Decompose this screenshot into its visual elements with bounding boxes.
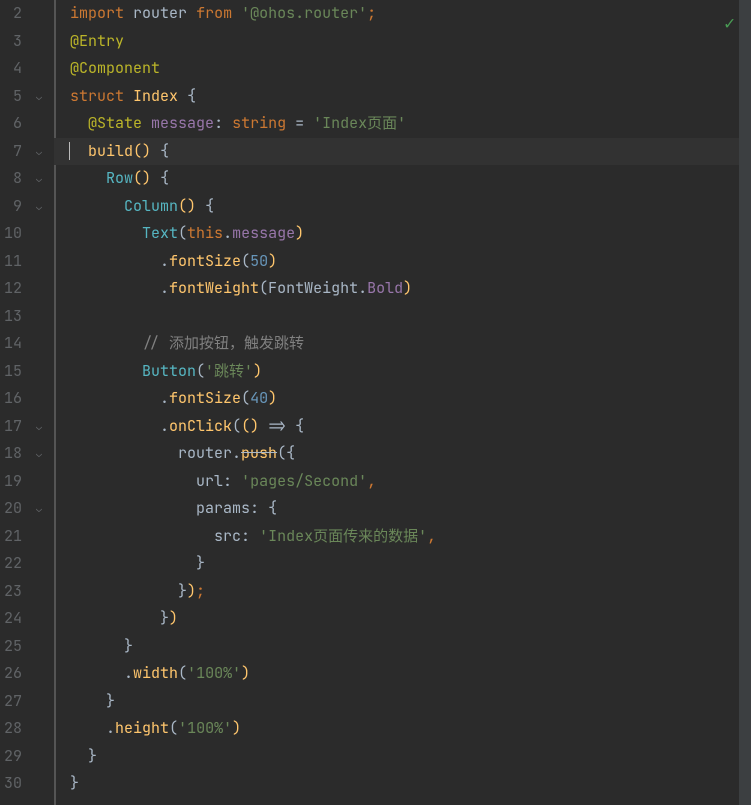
line-number: 26	[0, 660, 22, 688]
line-number: 20	[0, 495, 22, 523]
code-line[interactable]: struct Index {	[54, 83, 751, 111]
code-line[interactable]: }	[54, 633, 751, 661]
line-number: 8	[0, 165, 22, 193]
fold-gutter[interactable]: ⌄ ⌄ ⌄ ⌄ ⌄ ⌄ ⌄	[28, 0, 54, 805]
fold-toggle-icon[interactable]: ⌄	[34, 174, 44, 184]
line-number: 19	[0, 468, 22, 496]
line-number: 28	[0, 715, 22, 743]
line-number: 30	[0, 770, 22, 798]
code-editor[interactable]: 2345678910111213141516171819202122232425…	[0, 0, 751, 805]
line-number: 18	[0, 440, 22, 468]
line-number: 6	[0, 110, 22, 138]
line-number: 17	[0, 413, 22, 441]
code-line[interactable]: params: {	[54, 495, 751, 523]
fold-toggle-icon[interactable]: ⌄	[34, 202, 44, 212]
line-number: 3	[0, 28, 22, 56]
code-line[interactable]: }	[54, 550, 751, 578]
fold-toggle-icon[interactable]: ⌄	[34, 92, 44, 102]
inspection-ok-icon: ✓	[724, 10, 735, 38]
code-line[interactable]: });	[54, 578, 751, 606]
code-line[interactable]: }	[54, 743, 751, 771]
code-line[interactable]: .fontWeight(FontWeight.Bold)	[54, 275, 751, 303]
line-number: 27	[0, 688, 22, 716]
code-line[interactable]: Column() {	[54, 193, 751, 221]
fold-toggle-icon[interactable]: ⌄	[34, 449, 44, 459]
code-line[interactable]: @Component	[54, 55, 751, 83]
code-line[interactable]: .onClick(() => {	[54, 413, 751, 441]
line-number: 16	[0, 385, 22, 413]
code-line[interactable]: }	[54, 688, 751, 716]
code-line[interactable]: }	[54, 770, 751, 798]
line-number: 21	[0, 523, 22, 551]
code-line[interactable]: })	[54, 605, 751, 633]
code-line[interactable]: .fontSize(50)	[54, 248, 751, 276]
line-number: 7	[0, 138, 22, 166]
code-line[interactable]: Text(this.message)	[54, 220, 751, 248]
code-line[interactable]: .width('100%')	[54, 660, 751, 688]
line-number-gutter: 2345678910111213141516171819202122232425…	[0, 0, 28, 805]
line-number: 11	[0, 248, 22, 276]
code-line[interactable]: url: 'pages/Second',	[54, 468, 751, 496]
line-number: 5	[0, 83, 22, 111]
line-number: 10	[0, 220, 22, 248]
code-line[interactable]: @State message: string = 'Index页面'	[54, 110, 751, 138]
line-number: 12	[0, 275, 22, 303]
fold-toggle-icon[interactable]: ⌄	[34, 504, 44, 514]
code-line[interactable]: build() {	[54, 138, 751, 166]
line-number: 13	[0, 303, 22, 331]
code-line[interactable]: .height('100%')	[54, 715, 751, 743]
code-line[interactable]: .fontSize(40)	[54, 385, 751, 413]
code-line[interactable]: router.push({	[54, 440, 751, 468]
line-number: 25	[0, 633, 22, 661]
code-line[interactable]: @Entry	[54, 28, 751, 56]
code-line[interactable]: // 添加按钮，触发跳转	[54, 330, 751, 358]
code-area[interactable]: import router from '@ohos.router';@Entry…	[54, 0, 751, 805]
line-number: 24	[0, 605, 22, 633]
code-line[interactable]: src: 'Index页面传来的数据',	[54, 523, 751, 551]
code-line[interactable]: Button('跳转')	[54, 358, 751, 386]
line-number: 23	[0, 578, 22, 606]
line-number: 9	[0, 193, 22, 221]
line-number: 14	[0, 330, 22, 358]
line-number: 22	[0, 550, 22, 578]
scrollbar-track[interactable]	[739, 0, 751, 805]
line-number: 2	[0, 0, 22, 28]
code-line[interactable]: import router from '@ohos.router';	[54, 0, 751, 28]
fold-toggle-icon[interactable]: ⌄	[34, 422, 44, 432]
line-number: 4	[0, 55, 22, 83]
line-number: 15	[0, 358, 22, 386]
fold-toggle-icon[interactable]: ⌄	[34, 147, 44, 157]
line-number: 29	[0, 743, 22, 771]
code-line[interactable]	[54, 303, 751, 331]
code-line[interactable]: Row() {	[54, 165, 751, 193]
